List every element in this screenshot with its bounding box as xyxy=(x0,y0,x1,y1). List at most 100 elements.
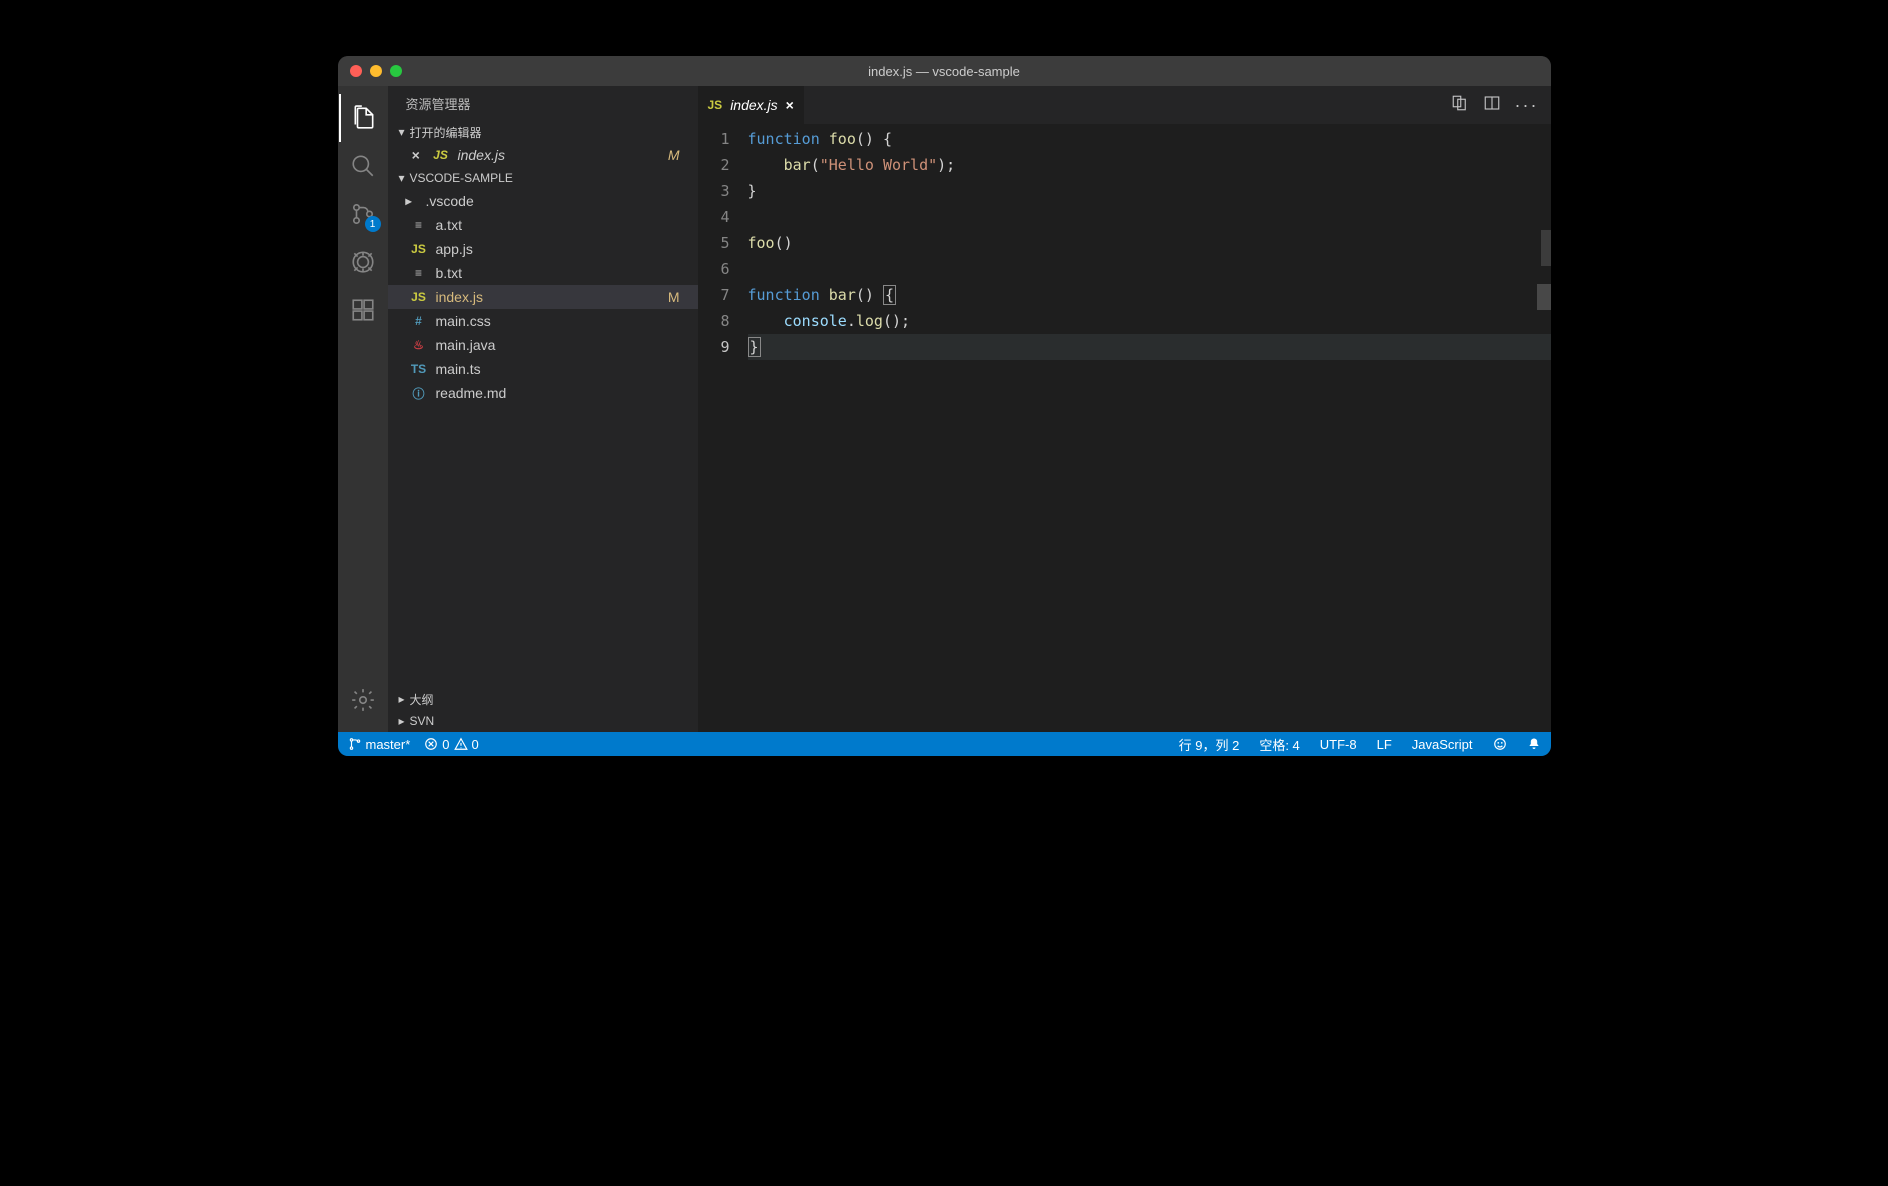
scm-badge: 1 xyxy=(365,216,381,232)
error-icon xyxy=(424,737,438,751)
close-editor-icon[interactable]: × xyxy=(408,147,424,163)
indentation-status[interactable]: 空格: 4 xyxy=(1259,735,1299,754)
error-count: 0 xyxy=(442,737,449,752)
line-number: 4 xyxy=(698,204,730,230)
debug-icon xyxy=(350,249,376,275)
code-line[interactable]: function bar() { xyxy=(748,282,1551,308)
line-number: 8 xyxy=(698,308,730,334)
folder-item[interactable]: ▸.vscode xyxy=(388,189,698,213)
git-modified-indicator: M xyxy=(668,147,690,163)
status-bar: master* 0 0 行 9，列 2 空格: 4 UTF-8 LF JavaS… xyxy=(338,732,1551,756)
open-editors-header[interactable]: ▾ 打开的编辑器 xyxy=(388,121,698,143)
settings-activity[interactable] xyxy=(339,676,387,724)
search-activity[interactable] xyxy=(339,142,387,190)
txt-file-icon: ≡ xyxy=(408,266,430,280)
file-item[interactable]: JSindex.jsM xyxy=(388,285,698,309)
maximize-window-button[interactable] xyxy=(390,65,402,77)
outline-header[interactable]: ▸ 大纲 xyxy=(388,688,698,710)
branch-status[interactable]: master* xyxy=(348,737,411,752)
source-control-activity[interactable]: 1 xyxy=(339,190,387,238)
open-changes-icon[interactable] xyxy=(1451,94,1469,117)
titlebar: index.js — vscode-sample xyxy=(338,56,1551,86)
js-file-icon: JS xyxy=(408,290,430,304)
line-gutter: 123456789 xyxy=(698,126,748,732)
code-line[interactable]: console.log(); xyxy=(748,308,1551,334)
sidebar-title: 资源管理器 xyxy=(388,86,698,121)
vscode-window: index.js — vscode-sample 1 xyxy=(338,56,1551,756)
tabs-row: JS index.js × ··· xyxy=(698,86,1551,124)
debug-activity[interactable] xyxy=(339,238,387,286)
outline-label: 大纲 xyxy=(410,691,434,708)
problems-status[interactable]: 0 0 xyxy=(424,737,478,752)
branch-icon xyxy=(348,737,362,751)
line-number: 9 xyxy=(698,334,730,360)
file-name: main.ts xyxy=(436,361,481,377)
gear-icon xyxy=(350,687,376,713)
java-file-icon: ♨ xyxy=(408,338,430,352)
file-item[interactable]: JSapp.js xyxy=(388,237,698,261)
chevron-right-icon: ▸ xyxy=(394,714,410,728)
line-number: 7 xyxy=(698,282,730,308)
file-tree: ▸.vscode≡a.txtJSapp.js≡b.txtJSindex.jsM#… xyxy=(388,189,698,405)
txt-file-icon: ≡ xyxy=(408,218,430,232)
files-icon xyxy=(351,105,377,131)
code-line[interactable]: bar("Hello World"); xyxy=(748,152,1551,178)
close-window-button[interactable] xyxy=(350,65,362,77)
editor-content[interactable]: 123456789 function foo() { bar("Hello Wo… xyxy=(698,124,1551,732)
minimap-viewport[interactable] xyxy=(1541,230,1551,266)
workspace-name: VSCODE-SAMPLE xyxy=(410,171,513,185)
warning-icon xyxy=(454,737,468,751)
file-name: a.txt xyxy=(436,217,462,233)
editor-tab[interactable]: JS index.js × xyxy=(698,86,804,124)
notifications-icon[interactable] xyxy=(1527,737,1541,751)
eol-status[interactable]: LF xyxy=(1377,737,1392,752)
minimap[interactable] xyxy=(1537,124,1551,732)
code-line[interactable]: function foo() { xyxy=(748,126,1551,152)
js-file-icon: JS xyxy=(708,98,723,112)
file-item[interactable]: #main.css xyxy=(388,309,698,333)
editor-area: JS index.js × ··· 123456789 function foo… xyxy=(698,86,1551,732)
code-line[interactable] xyxy=(748,204,1551,230)
tab-close-icon[interactable]: × xyxy=(786,97,794,113)
encoding-status[interactable]: UTF-8 xyxy=(1320,737,1357,752)
file-item[interactable]: ⓘ readme.md xyxy=(388,381,698,405)
tab-label: index.js xyxy=(730,97,777,113)
code-line[interactable] xyxy=(748,256,1551,282)
extensions-activity[interactable] xyxy=(339,286,387,334)
code-body[interactable]: function foo() { bar("Hello World");} fo… xyxy=(748,126,1551,732)
tab-actions: ··· xyxy=(1451,86,1551,124)
file-item[interactable]: TS main.ts xyxy=(388,357,698,381)
file-name: main.java xyxy=(436,337,496,353)
file-name: b.txt xyxy=(436,265,462,281)
code-line[interactable]: foo() xyxy=(748,230,1551,256)
explorer-activity[interactable] xyxy=(339,94,387,142)
file-item[interactable]: ≡ b.txt xyxy=(388,261,698,285)
open-editor-item[interactable]: × JS index.js M xyxy=(388,143,698,167)
info-file-icon: ⓘ xyxy=(408,385,430,402)
activity-bar: 1 xyxy=(338,86,388,732)
language-mode[interactable]: JavaScript xyxy=(1412,737,1473,752)
feedback-icon[interactable] xyxy=(1493,737,1507,751)
code-line[interactable]: } xyxy=(748,334,1551,360)
code-line[interactable]: } xyxy=(748,178,1551,204)
split-editor-icon[interactable] xyxy=(1483,94,1501,117)
workspace-header[interactable]: ▾ VSCODE-SAMPLE xyxy=(388,167,698,189)
line-number: 5 xyxy=(698,230,730,256)
minimize-window-button[interactable] xyxy=(370,65,382,77)
main-area: 1 资源管理器 ▾ 打开的编辑器 × JS index.js M xyxy=(338,86,1551,732)
line-number: 6 xyxy=(698,256,730,282)
ts-file-icon: TS xyxy=(408,362,430,376)
file-item[interactable]: ♨ main.java xyxy=(388,333,698,357)
cursor-position[interactable]: 行 9，列 2 xyxy=(1179,735,1240,754)
svn-label: SVN xyxy=(410,714,435,728)
js-file-icon: JS xyxy=(430,148,452,162)
file-name: .vscode xyxy=(426,193,474,209)
open-editor-filename: index.js xyxy=(458,147,505,163)
chevron-right-icon: ▸ xyxy=(394,692,410,706)
more-actions-icon[interactable]: ··· xyxy=(1515,95,1539,116)
svn-header[interactable]: ▸ SVN xyxy=(388,710,698,732)
chevron-down-icon: ▾ xyxy=(394,171,410,185)
css-file-icon: # xyxy=(408,314,430,328)
file-item[interactable]: ≡ a.txt xyxy=(388,213,698,237)
file-name: readme.md xyxy=(436,385,507,401)
